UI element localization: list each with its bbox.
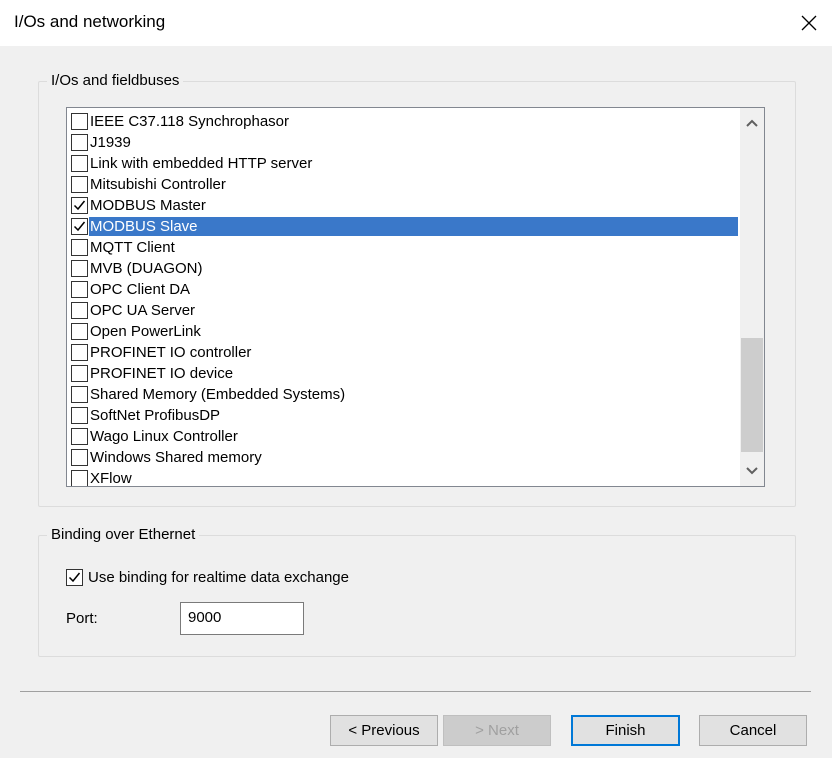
footer-separator [20,691,811,692]
list-item[interactable]: PROFINET IO device [71,363,738,384]
list-item-label: Windows Shared memory [90,449,262,466]
cancel-button[interactable]: Cancel [699,715,807,746]
list-item-checkbox[interactable] [71,155,88,172]
fieldbus-list-items: IEEE C37.118 Synchrophasor J1939 Link with… [71,111,738,487]
list-item-checkbox[interactable] [71,449,88,466]
port-label: Port: [66,610,98,627]
list-item[interactable]: Wago Linux Controller [71,426,738,447]
list-item-label: IEEE C37.118 Synchrophasor [90,113,290,130]
list-item[interactable]: Mitsubishi Controller [71,174,738,195]
list-item-checkbox[interactable] [71,428,88,445]
list-item[interactable]: Link with embedded HTTP server [71,153,738,174]
use-binding-checkbox-row[interactable]: Use binding for realtime data exchange [66,569,349,586]
title-bar: I/Os and networking [0,0,832,46]
dialog-title: I/Os and networking [14,12,166,31]
list-item[interactable]: J1939 [71,132,738,153]
binding-ethernet-legend: Binding over Ethernet [47,526,200,544]
use-binding-checkbox[interactable] [66,569,83,586]
vertical-scrollbar[interactable] [740,108,764,486]
list-item-label: Wago Linux Controller [90,428,238,445]
list-item-checkbox[interactable] [71,281,88,298]
list-item[interactable]: XFlow [71,468,738,487]
list-item[interactable]: IEEE C37.118 Synchrophasor [71,111,738,132]
list-item-label: OPC UA Server [90,302,196,319]
list-item-checkbox[interactable] [71,386,88,403]
scroll-thumb[interactable] [741,338,763,452]
check-icon [68,572,81,583]
list-item[interactable]: Windows Shared memory [71,447,738,468]
list-item-label: Open PowerLink [90,323,201,340]
list-item-label: MODBUS Slave [89,217,738,236]
list-item-checkbox[interactable] [71,470,88,486]
binding-ethernet-group: Binding over Ethernet [38,526,796,657]
list-item-checkbox[interactable] [71,407,88,424]
list-item-label: Mitsubishi Controller [90,176,226,193]
list-item-checkbox[interactable] [71,323,88,340]
list-item-label: PROFINET IO controller [90,344,252,361]
list-item-label: PROFINET IO device [90,365,234,382]
close-icon [801,15,817,31]
list-item-label: Link with embedded HTTP server [90,155,313,172]
list-item-label: Shared Memory (Embedded Systems) [90,386,346,403]
list-item-label: SoftNet ProfibusDP [90,407,221,424]
list-item-checkbox[interactable] [71,302,88,319]
list-item-checkbox[interactable] [71,197,88,214]
previous-button[interactable]: < Previous [330,715,438,746]
use-binding-label: Use binding for realtime data exchange [88,569,349,586]
list-item-checkbox[interactable] [71,113,88,130]
list-item-label: XFlow [90,470,132,487]
list-item[interactable]: MQTT Client [71,237,738,258]
list-item-checkbox[interactable] [71,365,88,382]
list-item-label: J1939 [90,134,131,151]
list-item[interactable]: MODBUS Slave [71,216,738,237]
check-icon [73,221,86,232]
list-item-checkbox[interactable] [71,344,88,361]
list-item[interactable]: OPC UA Server [71,300,738,321]
scroll-down-button[interactable] [740,460,764,482]
port-input[interactable]: 9000 [180,602,304,635]
list-item-label: MQTT Client [90,239,175,256]
list-item[interactable]: Shared Memory (Embedded Systems) [71,384,738,405]
io-networking-dialog: I/Os and networking I/Os and fieldbuses … [0,0,832,758]
list-item-checkbox[interactable] [71,134,88,151]
chevron-up-icon [746,119,758,127]
check-icon [73,200,86,211]
list-item-checkbox[interactable] [71,218,88,235]
list-item[interactable]: PROFINET IO controller [71,342,738,363]
list-item[interactable]: MVB (DUAGON) [71,258,738,279]
list-item-checkbox[interactable] [71,260,88,277]
close-button[interactable] [786,0,832,46]
list-item[interactable]: OPC Client DA [71,279,738,300]
list-item[interactable]: Open PowerLink [71,321,738,342]
list-item-checkbox[interactable] [71,239,88,256]
list-item-label: MVB (DUAGON) [90,260,203,277]
fieldbus-list[interactable]: IEEE C37.118 Synchrophasor J1939 Link with… [66,107,765,487]
list-item[interactable]: SoftNet ProfibusDP [71,405,738,426]
finish-button[interactable]: Finish [571,715,680,746]
chevron-down-icon [746,467,758,475]
list-item-label: OPC Client DA [90,281,191,298]
scroll-up-button[interactable] [740,112,764,134]
io-fieldbuses-legend: I/Os and fieldbuses [47,72,184,90]
list-item-label: MODBUS Master [90,197,206,214]
list-item-checkbox[interactable] [71,176,88,193]
list-item[interactable]: MODBUS Master [71,195,738,216]
next-button[interactable]: > Next [443,715,551,746]
